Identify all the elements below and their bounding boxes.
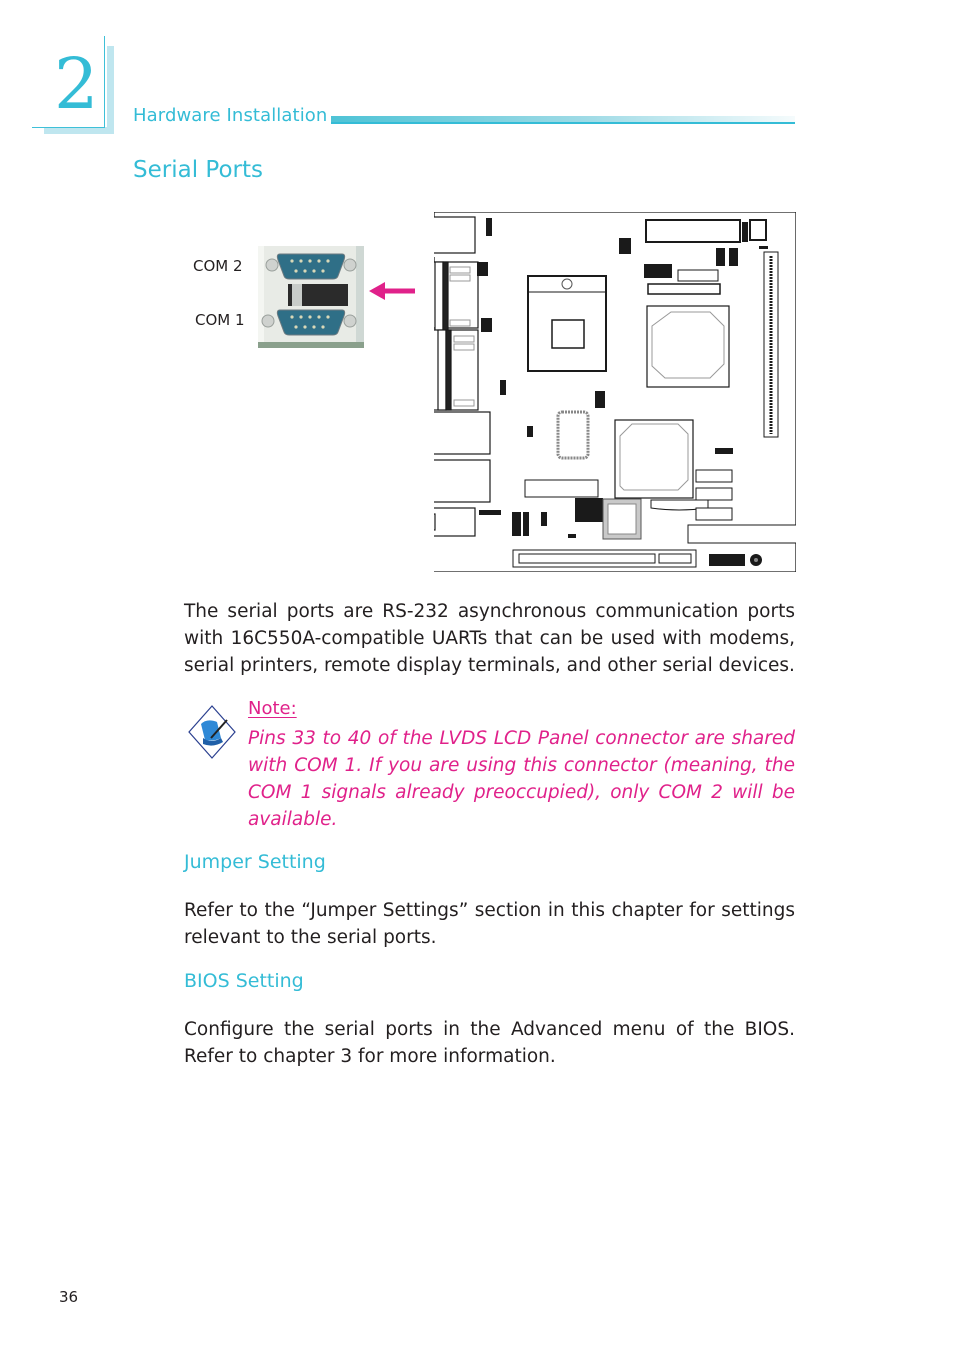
bios-setting-text: Configure the serial ports in the Advanc… — [184, 1019, 795, 1067]
page-title: Serial Ports — [133, 157, 263, 183]
note-icon — [188, 705, 236, 759]
super-io-chip — [556, 410, 590, 460]
sata-connectors — [695, 469, 733, 521]
section-rule-line — [331, 122, 795, 124]
motherboard-diagram — [434, 212, 796, 572]
northbridge-chip — [646, 305, 730, 388]
southbridge-chip — [614, 419, 694, 499]
note-title: Note: — [248, 698, 297, 719]
com1-label: COM 1 — [195, 311, 245, 329]
jumper-setting-text: Refer to the “Jumper Settings” section i… — [184, 900, 795, 948]
page-number: 36 — [59, 1288, 79, 1306]
bios-setting-heading: BIOS Setting — [184, 970, 304, 992]
bios-chip — [602, 498, 642, 540]
memory-slot — [763, 251, 779, 438]
note-text: Pins 33 to 40 of the LVDS LCD Panel conn… — [248, 728, 795, 830]
intro-paragraph: The serial ports are RS-232 asynchronous… — [184, 601, 795, 676]
section-label: Hardware Installation — [133, 105, 328, 126]
chapter-number: 2 — [54, 43, 99, 125]
chapter-marker: 2 — [32, 36, 114, 134]
power-connector — [645, 219, 767, 243]
cpu-socket — [527, 275, 607, 372]
jumper-setting-heading: Jumper Setting — [184, 851, 326, 873]
pointer-arrow-icon — [369, 282, 415, 300]
pci-slot — [512, 549, 697, 568]
com2-label: COM 2 — [193, 257, 243, 275]
serial-port-connectors-image — [258, 246, 364, 348]
